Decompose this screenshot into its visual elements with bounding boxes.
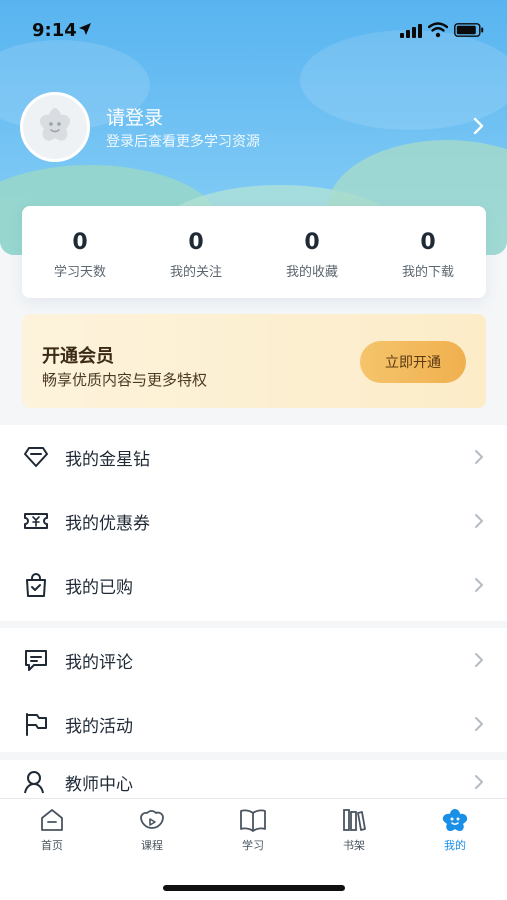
location-arrow-icon [79, 23, 91, 35]
menu-item-label: 我的优惠券 [65, 514, 150, 534]
vip-banner[interactable]: 开通会员 畅享优质内容与更多特权 立即开通 [22, 314, 486, 408]
chevron-right-icon [475, 578, 483, 592]
comment-icon [25, 650, 47, 671]
tab-profile[interactable]: 我的 [425, 807, 485, 853]
menu-item-teacher-center[interactable]: 教师中心 [0, 760, 507, 800]
tab-label: 我的 [444, 839, 466, 852]
book-icon [240, 809, 266, 832]
stat-favorites[interactable]: 0 我的收藏 [254, 206, 370, 298]
bookshelf-icon [343, 809, 366, 831]
chevron-right-icon [475, 450, 483, 464]
home-icon [41, 809, 63, 831]
open-vip-button[interactable]: 立即开通 [360, 341, 466, 383]
menu-group-teacher: 教师中心 [0, 760, 507, 800]
stat-label: 我的下载 [401, 265, 454, 280]
stat-label: 学习天数 [53, 265, 106, 280]
menu-item-label: 我的活动 [65, 717, 133, 737]
home-indicator[interactable] [163, 885, 345, 891]
tab-home[interactable]: 首页 [22, 807, 82, 853]
login-subtitle: 登录后查看更多学习资源 [106, 134, 260, 150]
chevron-right-icon [475, 717, 483, 731]
tab-label: 课程 [141, 839, 163, 852]
wifi-icon [428, 22, 448, 38]
vip-title: 开通会员 [42, 346, 114, 367]
stat-value: 0 [304, 230, 320, 255]
vip-subtitle: 畅享优质内容与更多特权 [42, 371, 208, 389]
menu-group-account: 我的金星钻 我的优惠券 我的已购 [0, 425, 507, 621]
stat-downloads[interactable]: 0 我的下载 [370, 206, 486, 298]
stats-card: 0 学习天数 0 我的关注 0 我的收藏 0 我的下载 [22, 206, 486, 298]
teacher-icon [24, 771, 44, 794]
chevron-right-icon [475, 775, 483, 789]
battery-icon [454, 23, 484, 37]
menu-item-purchased[interactable]: 我的已购 [0, 553, 507, 617]
stat-label: 我的收藏 [285, 265, 338, 280]
stat-study-days[interactable]: 0 学习天数 [22, 206, 138, 298]
tab-label: 首页 [41, 839, 63, 852]
tab-bookshelf[interactable]: 书架 [324, 807, 384, 853]
stat-label: 我的关注 [169, 265, 222, 280]
menu-group-activity: 我的评论 我的活动 [0, 628, 507, 752]
menu-item-label: 我的金星钻 [65, 450, 150, 470]
menu-item-activities[interactable]: 我的活动 [0, 692, 507, 756]
coupon-icon [24, 513, 48, 529]
menu-item-label: 我的评论 [65, 653, 133, 673]
menu-item-label: 教师中心 [65, 775, 133, 795]
status-bar: 9:14 [0, 0, 507, 60]
course-icon [140, 810, 164, 829]
shopping-bag-icon [26, 573, 46, 597]
tab-courses[interactable]: 课程 [122, 807, 182, 853]
menu-item-gold-diamond[interactable]: 我的金星钻 [0, 425, 507, 489]
menu-item-label: 我的已购 [65, 578, 133, 598]
chevron-right-icon [475, 514, 483, 528]
default-avatar-icon [40, 108, 70, 141]
diamond-icon [24, 447, 48, 467]
stat-value: 0 [420, 230, 436, 255]
avatar[interactable] [20, 92, 90, 162]
chevron-right-icon[interactable] [472, 117, 486, 135]
tab-label: 书架 [343, 839, 365, 852]
profile-icon [442, 809, 468, 831]
login-prompt[interactable]: 请登录 [106, 103, 163, 130]
tab-study[interactable]: 学习 [223, 807, 283, 853]
status-time: 9:14 [32, 20, 77, 41]
menu-item-comments[interactable]: 我的评论 [0, 628, 507, 692]
menu-item-coupons[interactable]: 我的优惠券 [0, 489, 507, 553]
flag-icon [26, 713, 47, 736]
chevron-right-icon [475, 653, 483, 667]
tab-label: 学习 [242, 839, 264, 852]
stat-value: 0 [72, 230, 88, 255]
stat-value: 0 [188, 230, 204, 255]
stat-follows[interactable]: 0 我的关注 [138, 206, 254, 298]
cellular-signal-icon [400, 24, 422, 38]
